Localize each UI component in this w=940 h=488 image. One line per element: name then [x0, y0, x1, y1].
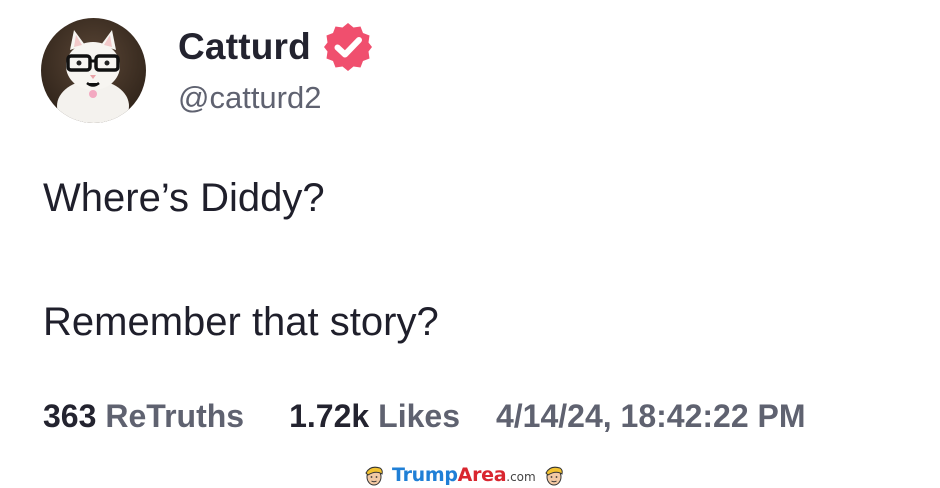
cat-avatar-image — [41, 18, 146, 123]
watermark-text: Area — [457, 464, 507, 486]
author-handle[interactable]: @catturd2 — [178, 80, 321, 116]
watermark-text: .com — [506, 470, 536, 484]
post-timestamp[interactable]: 4/14/24, 18:42:22 PM — [496, 398, 806, 435]
retruths-label: ReTruths — [105, 398, 245, 434]
likes-stat[interactable]: 1.72k Likes — [289, 398, 460, 435]
watermark-text: Trump — [392, 464, 458, 486]
author-name-row: Catturd — [178, 22, 374, 72]
trump-face-icon — [365, 466, 383, 486]
retruths-count: 363 — [43, 398, 97, 434]
post-text-line: Where’s Diddy? — [43, 176, 325, 220]
watermark: Trump Area .com — [362, 462, 566, 488]
likes-count: 1.72k — [289, 398, 370, 434]
likes-label: Likes — [378, 398, 460, 434]
avatar[interactable] — [41, 18, 146, 123]
post-stats: 363 ReTruths 1.72k Likes 4/14/24, 18:42:… — [43, 398, 806, 435]
trump-face-icon — [545, 466, 563, 486]
verified-badge-icon — [323, 23, 372, 71]
retruths-stat[interactable]: 363 ReTruths — [43, 398, 244, 435]
author-display-name[interactable]: Catturd — [178, 26, 311, 68]
post-text-line: Remember that story? — [43, 300, 439, 344]
